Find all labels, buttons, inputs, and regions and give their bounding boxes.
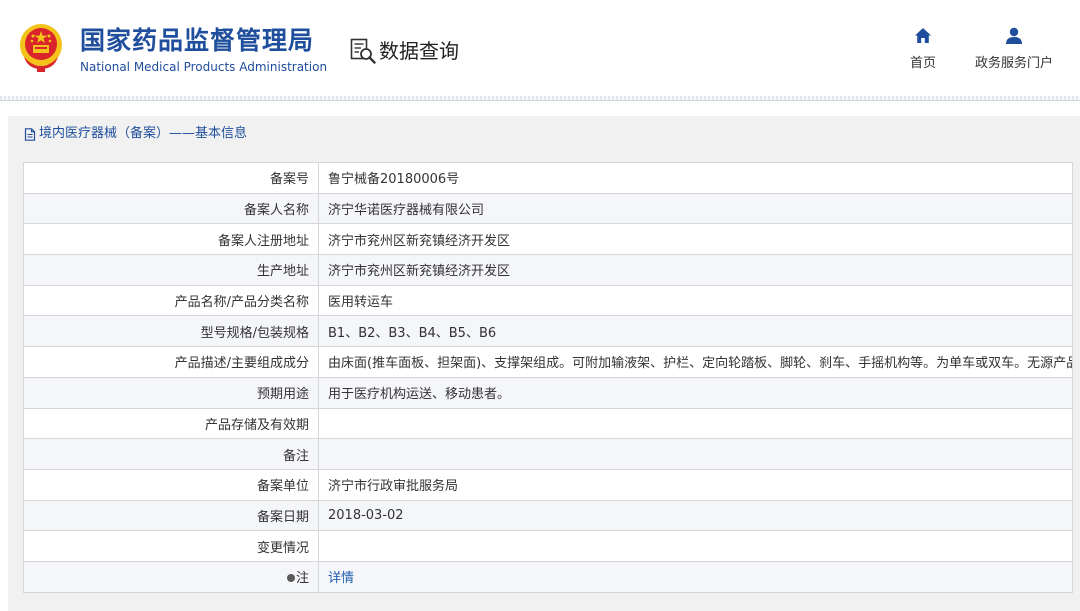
- row-label: 产品名称/产品分类名称: [23, 284, 319, 317]
- row-value: 2018-03-02: [318, 499, 1073, 532]
- row-label: 备案单位: [23, 468, 319, 501]
- document-icon: [24, 127, 36, 141]
- table-row: 备案人注册地址 济宁市兖州区新兖镇经济开发区: [23, 223, 1073, 256]
- table-row: 产品名称/产品分类名称 医用转运车: [23, 284, 1073, 317]
- row-value: [318, 530, 1073, 562]
- nav-portal-label: 政务服务门户: [974, 56, 1053, 71]
- bulb-icon: [286, 574, 295, 583]
- info-table: 备案号 鲁宁械备20180006号 备案人名称 济宁华诺医疗器械有限公司 备案人注册…: [23, 162, 1073, 593]
- table-row: 备案号 鲁宁械备20180006号: [23, 162, 1073, 194]
- site-logo[interactable]: 国家药品监督管理局 National Medical Products Admi…: [80, 26, 327, 74]
- row-value: 医用转运车: [318, 284, 1073, 317]
- row-label: 产品描述/主要组成成分: [23, 346, 319, 378]
- nav-home-label: 首页: [909, 56, 936, 71]
- nav-portal[interactable]: 政务服务门户: [968, 27, 1060, 71]
- data-query-title: 数据查询: [379, 39, 459, 63]
- details-link[interactable]: 详情: [318, 560, 1073, 593]
- row-value: [318, 407, 1073, 440]
- row-label: 备案日期: [23, 499, 319, 532]
- row-value: B1、B2、B3、B4、B5、B6: [318, 315, 1073, 348]
- site-title-en: National Medical Products Administration: [80, 60, 328, 74]
- nav-home[interactable]: 首页: [898, 27, 948, 71]
- user-icon: [1006, 27, 1022, 44]
- row-label: 产品存储及有效期: [23, 407, 319, 440]
- row-label: 备注: [23, 438, 319, 470]
- row-value: 用于医疗机构运送、移动患者。: [318, 376, 1073, 409]
- table-row: 型号规格/包装规格 B1、B2、B3、B4、B5、B6: [23, 315, 1073, 348]
- row-label: 备案人名称: [23, 192, 319, 225]
- table-row: 注详情: [23, 560, 1073, 593]
- row-label: 生产地址: [23, 254, 319, 286]
- row-label: 注: [295, 571, 309, 587]
- home-icon: [915, 28, 931, 43]
- row-label: 预期用途: [23, 376, 319, 409]
- table-row: 备案单位 济宁市行政审批服务局: [23, 468, 1073, 501]
- table-row: 产品存储及有效期: [23, 407, 1073, 440]
- row-value: 鲁宁械备20180006号: [318, 162, 1073, 194]
- row-value: 济宁市兖州区新兖镇经济开发区: [318, 223, 1073, 256]
- row-label: 备案号: [23, 162, 319, 194]
- site-header: 国家药品监督管理局 National Medical Products Admi…: [0, 0, 1080, 101]
- panel-title: 境内医疗器械（备案）——基本信息: [8, 116, 1080, 152]
- data-query-icon: [350, 38, 376, 64]
- row-value: 济宁市行政审批服务局: [318, 468, 1073, 501]
- table-row: 生产地址 济宁市兖州区新兖镇经济开发区: [23, 254, 1073, 286]
- site-title-cn: 国家药品监督管理局: [80, 26, 315, 55]
- table-row: 备案人名称 济宁华诺医疗器械有限公司: [23, 192, 1073, 225]
- table-row: 备案日期 2018-03-02: [23, 499, 1073, 532]
- row-value: [318, 438, 1073, 470]
- panel-title-text: 境内医疗器械（备案）——基本信息: [39, 126, 248, 141]
- note-label-cell: 注: [23, 560, 319, 593]
- national-emblem-icon: [20, 24, 62, 72]
- table-row: 变更情况: [23, 530, 1073, 562]
- row-value: 济宁华诺医疗器械有限公司: [318, 192, 1073, 225]
- row-label: 备案人注册地址: [23, 223, 319, 256]
- table-row: 预期用途 用于医疗机构运送、移动患者。: [23, 376, 1073, 409]
- data-query-section: 数据查询: [349, 35, 459, 64]
- row-label: 变更情况: [23, 530, 319, 562]
- row-value: 济宁市兖州区新兖镇经济开发区: [318, 254, 1073, 286]
- row-label: 型号规格/包装规格: [23, 315, 319, 348]
- header-divider: [0, 96, 1080, 100]
- table-row: 产品描述/主要组成成分 由床面(推车面板、担架面)、支撑架组成。可附加输液架、护栏…: [23, 346, 1073, 378]
- info-table-wrap: 备案号 鲁宁械备20180006号 备案人名称 济宁华诺医疗器械有限公司 备案人注册…: [23, 162, 1073, 593]
- basic-info-panel: 境内医疗器械（备案）——基本信息 备案号 鲁宁械备20180006号 备案人名称济…: [8, 116, 1080, 611]
- table-row: 备注: [23, 438, 1073, 470]
- row-value: 由床面(推车面板、担架面)、支撑架组成。可附加输液架、护栏、定向轮踏板、脚轮、刹…: [318, 346, 1073, 378]
